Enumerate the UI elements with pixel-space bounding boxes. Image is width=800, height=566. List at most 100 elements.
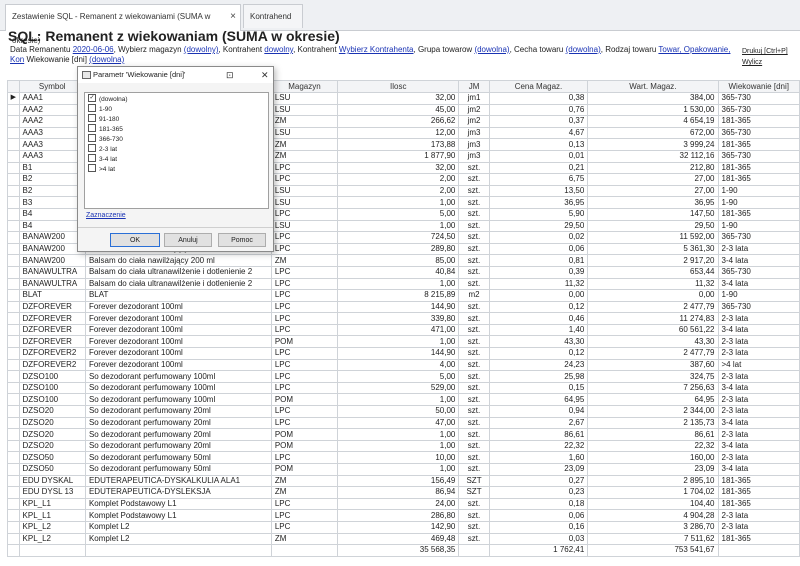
table-cell: So dezodorant perfumowany 100ml [84,393,272,407]
table-cell: szt. [458,532,490,546]
table-cell: 2,67 [488,416,589,430]
row-selector [7,173,20,186]
table-row[interactable]: BANAWULTRA Balsam do ciała ultranawilżeni… [7,265,800,279]
checkbox[interactable] [88,124,96,133]
parameter-link[interactable]: dowolny [264,45,293,54]
table-row[interactable]: DZSO100 So dezodorant perfumowany 100ml LP… [7,381,800,395]
parameter-link[interactable]: (dowolny) [184,45,219,54]
table-cell: szt. [458,405,490,418]
table-cell: 1,00 [337,439,460,453]
table-row[interactable]: DZFOREVER Forever dezodorant 100ml LPC 144,… [7,300,800,314]
dialog-title: Parametr 'Wiekowanie [dni]' [93,70,186,79]
option-item[interactable]: >4 lat [88,164,115,175]
table-row[interactable]: DZFOREVER2 Forever dezodorant 100ml LPC 4,0… [7,358,800,372]
checkbox[interactable] [88,114,96,123]
row-selector [7,184,20,198]
row-selector [7,115,20,128]
checkbox[interactable] [88,144,96,153]
column-header[interactable]: Cena Magaz. [488,80,589,93]
table-cell: 1 704,02 [587,486,719,499]
compute-link[interactable]: Wylicz [742,59,762,66]
table-cell: 1-90 [717,196,800,209]
checkbox[interactable]: ✓ [88,94,96,103]
table-row[interactable]: DZSO20 So dezodorant perfumowany 20ml LPC 4… [7,416,800,430]
table-cell: KPL_L2 [18,532,86,546]
row-selector [7,138,20,151]
table-row[interactable]: DZFOREVER2 Forever dezodorant 100ml LPC 144… [7,347,800,360]
parameter-label: , Cecha towaru [509,45,566,54]
parameter-link[interactable]: (dowolna) [566,45,601,54]
column-header[interactable]: Ilosc [337,80,460,93]
table-cell: DZSO50 [18,451,86,464]
table-cell: szt. [458,231,490,244]
tab-report[interactable]: Zestawienie SQL - Remanent z wiekowaniam… [5,4,241,45]
total-cell [458,544,490,557]
help-button[interactable]: Pomoc [218,233,266,247]
table-cell: SZT [458,474,490,488]
table-cell: LPC [270,405,339,418]
table-cell: 64,95 [488,393,589,407]
table-cell: 86,61 [587,428,719,441]
table-cell: So dezodorant perfumowany 20ml [84,416,272,430]
row-selector [7,254,20,267]
table-row[interactable]: BLAT BLAT LPC 8 215,89 m2 0,00 0,00 1-90 [7,289,800,302]
table-cell: 36,95 [587,196,719,209]
table-row[interactable]: BANAWULTRA Balsam do ciała ultranawilżeni… [7,277,800,291]
ok-button[interactable]: OK [110,233,160,247]
table-row[interactable]: DZFOREVER Forever dezodorant 100ml LPC 471,… [7,323,800,337]
table-row[interactable]: DZSO20 So dezodorant perfumowany 20ml LPC 5… [7,405,800,418]
table-cell: 339,80 [337,312,460,325]
parameter-link[interactable]: (dowolna) [474,45,509,54]
parameter-link[interactable]: (dowolna) [89,55,124,64]
column-header[interactable]: JM [458,80,490,93]
table-row[interactable]: DZSO100 So dezodorant perfumowany 100ml PO… [7,393,800,407]
checkbox[interactable] [88,154,96,163]
checkbox[interactable] [88,104,96,113]
table-cell: DZFOREVER2 [18,347,86,360]
table-cell: LPC [270,207,339,221]
table-row[interactable]: EDU DYSL 13 EDUTERAPEUTICA-DYSLEKSJA ZM 86,… [7,486,800,499]
select-link[interactable]: Zaznaczenie [86,212,126,219]
column-header[interactable]: Wart. Magaz. [587,80,719,93]
table-cell: 2-3 lata [717,520,800,534]
column-header[interactable]: Symbol [18,80,86,93]
column-header[interactable]: Magazyn [270,80,339,93]
table-cell: LPC [270,161,339,175]
table-row[interactable]: KPL_L2 Komplet L2 ZM 469,48 szt. 0,03 7 511,62… [7,532,800,546]
column-header[interactable] [7,80,20,93]
table-cell: szt. [458,277,490,291]
close-icon[interactable]: ✕ [261,67,269,83]
row-selector [7,381,20,395]
table-row[interactable]: DZSO100 So dezodorant perfumowany 100ml LP… [7,370,800,383]
row-selector [7,497,20,511]
table-row[interactable]: KPL_L2 Komplet L2 LPC 142,90 szt. 0,16 3 286,7… [7,520,800,534]
close-icon[interactable]: × [230,5,236,29]
table-row[interactable]: DZSO50 So dezodorant perfumowany 50ml POM 1… [7,463,800,476]
column-header[interactable]: Wiekowanie [dni] [717,80,800,93]
table-cell: B2 [18,173,86,186]
table-cell: 2-3 lata [717,509,800,522]
print-link[interactable]: Drukuj [Ctrl+P] [742,48,788,55]
table-row[interactable]: DZFOREVER Forever dezodorant 100ml POM 1,00… [7,335,800,349]
table-cell: ZM [270,486,339,499]
checkbox[interactable] [88,134,96,143]
checkbox[interactable] [88,164,96,173]
parameter-link[interactable]: Wybierz Kontrahenta [339,45,414,54]
table-row[interactable]: DZSO20 So dezodorant perfumowany 20ml POM 1… [7,439,800,453]
restore-icon[interactable]: ⊡ [226,67,234,83]
table-row[interactable]: KPL_L1 Komplet Podstawowy L1 LPC 286,80 szt.… [7,509,800,522]
tab-kontrahend[interactable]: Kontrahend [243,4,303,28]
table-row[interactable]: DZSO20 So dezodorant perfumowany 20ml POM 1… [7,428,800,441]
table-row[interactable]: DZSO50 So dezodorant perfumowany 50ml LPC 1… [7,451,800,464]
table-cell: 0,27 [488,474,589,488]
cancel-button[interactable]: Anuluj [164,233,212,247]
table-cell: 365-730 [717,126,800,140]
table-cell: LPC [270,323,339,337]
table-row[interactable]: BANAW200Balsam do ciała nawilżający 200 … [7,254,800,267]
table-row[interactable]: DZFOREVER Forever dezodorant 100ml LPC 339,… [7,312,800,325]
parameter-link[interactable]: 2020-06-06 [73,45,114,54]
table-cell: 365-730 [717,103,800,117]
table-row[interactable]: EDU DYSKAL EDUTERAPEUTICA-DYSKALKULIA ALA… [7,474,800,488]
table-cell: LSU [270,219,339,233]
table-row[interactable]: KPL_L1 Komplet Podstawowy L1 LPC 24,00 szt. 0… [7,497,800,511]
